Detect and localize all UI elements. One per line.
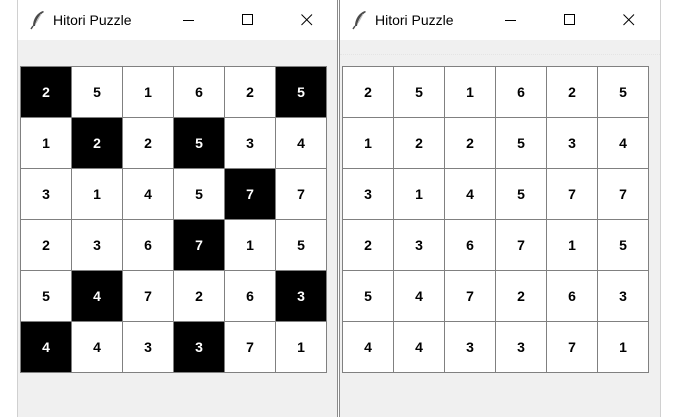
puzzle-cell[interactable]: 4 [393,321,444,372]
minimize-icon [183,20,194,21]
puzzle-cell[interactable]: 5 [495,168,546,219]
puzzle-cell[interactable]: 2 [20,219,71,270]
puzzle-cell[interactable]: 2 [393,117,444,168]
puzzle-cell[interactable]: 1 [393,168,444,219]
puzzle-cell[interactable]: 6 [122,219,173,270]
puzzle-cell[interactable]: 1 [122,66,173,117]
window-title: Hitori Puzzle [375,12,454,28]
puzzle-cell[interactable]: 5 [342,270,393,321]
puzzle-cell[interactable]: 3 [546,117,597,168]
puzzle-cell[interactable]: 3 [20,168,71,219]
puzzle-cell[interactable]: 1 [224,219,275,270]
puzzle-cell[interactable]: 2 [342,66,393,117]
puzzle-cell[interactable]: 7 [546,321,597,372]
puzzle-cell[interactable]: 3 [122,321,173,372]
puzzle-cell[interactable]: 1 [597,321,648,372]
close-button[interactable] [284,0,330,40]
puzzle-cell[interactable]: 4 [444,168,495,219]
puzzle-grid: 251625122534314577236715547263443371 [342,66,649,373]
puzzle-cell-shaded[interactable]: 2 [71,117,122,168]
puzzle-cell[interactable]: 7 [495,219,546,270]
puzzle-cell[interactable]: 5 [71,66,122,117]
hitori-window-left: Hitori Puzzle 25162512253431457723671554… [17,0,338,417]
window-title: Hitori Puzzle [53,12,132,28]
puzzle-cell[interactable]: 1 [275,321,326,372]
puzzle-cell-shaded[interactable]: 5 [173,117,224,168]
puzzle-cell[interactable]: 2 [224,66,275,117]
puzzle-cell[interactable]: 6 [495,66,546,117]
hitori-window-right: Hitori Puzzle 25162512253431457723671554… [339,0,661,417]
puzzle-cell[interactable]: 7 [275,168,326,219]
close-icon [301,14,313,26]
puzzle-cell[interactable]: 6 [173,66,224,117]
puzzle-cell[interactable]: 5 [495,117,546,168]
puzzle-cell[interactable]: 2 [342,219,393,270]
maximize-icon [564,14,575,25]
close-icon [623,14,635,26]
puzzle-cell-shaded[interactable]: 3 [173,321,224,372]
feather-icon [352,11,366,30]
puzzle-cell[interactable]: 4 [393,270,444,321]
puzzle-cell[interactable]: 3 [495,321,546,372]
maximize-button[interactable] [547,0,593,40]
puzzle-cell[interactable]: 7 [122,270,173,321]
puzzle-cell[interactable]: 7 [224,321,275,372]
puzzle-cell[interactable]: 1 [546,219,597,270]
puzzle-cell-shaded[interactable]: 2 [20,66,71,117]
minimize-icon [505,20,516,21]
puzzle-cell[interactable]: 4 [597,117,648,168]
puzzle-cell[interactable]: 2 [495,270,546,321]
puzzle-cell[interactable]: 2 [122,117,173,168]
puzzle-cell-shaded[interactable]: 5 [275,66,326,117]
puzzle-cell[interactable]: 4 [342,321,393,372]
puzzle-cell-shaded[interactable]: 7 [173,219,224,270]
puzzle-cell[interactable]: 5 [275,219,326,270]
minimize-button[interactable] [488,0,534,40]
puzzle-grid: 251625122534314577236715547263443371 [20,66,327,373]
title-bar[interactable]: Hitori Puzzle [340,0,660,40]
puzzle-cell[interactable]: 1 [20,117,71,168]
puzzle-cell-shaded[interactable]: 4 [20,321,71,372]
puzzle-cell[interactable]: 7 [444,270,495,321]
maximize-icon [242,14,253,25]
puzzle-cell[interactable]: 2 [444,117,495,168]
puzzle-cell[interactable]: 3 [342,168,393,219]
puzzle-cell[interactable]: 2 [546,66,597,117]
puzzle-cell[interactable]: 5 [20,270,71,321]
divider [340,54,660,55]
puzzle-cell[interactable]: 1 [444,66,495,117]
puzzle-cell[interactable]: 1 [342,117,393,168]
puzzle-cell[interactable]: 6 [546,270,597,321]
window-footer [340,376,660,417]
puzzle-cell[interactable]: 5 [393,66,444,117]
title-bar[interactable]: Hitori Puzzle [18,0,337,40]
puzzle-cell[interactable]: 6 [224,270,275,321]
puzzle-cell[interactable]: 3 [224,117,275,168]
window-footer [18,376,337,417]
close-button[interactable] [606,0,652,40]
puzzle-cell[interactable]: 7 [546,168,597,219]
puzzle-cell[interactable]: 5 [597,66,648,117]
puzzle-cell[interactable]: 3 [597,270,648,321]
puzzle-cell-shaded[interactable]: 7 [224,168,275,219]
puzzle-cell-shaded[interactable]: 4 [71,270,122,321]
puzzle-cell[interactable]: 3 [71,219,122,270]
puzzle-cell[interactable]: 1 [71,168,122,219]
puzzle-cell[interactable]: 4 [275,117,326,168]
puzzle-cell-shaded[interactable]: 3 [275,270,326,321]
puzzle-cell[interactable]: 5 [597,219,648,270]
maximize-button[interactable] [225,0,271,40]
puzzle-cell[interactable]: 5 [173,168,224,219]
minimize-button[interactable] [166,0,212,40]
puzzle-cell[interactable]: 4 [71,321,122,372]
puzzle-cell[interactable]: 2 [173,270,224,321]
puzzle-cell[interactable]: 4 [122,168,173,219]
feather-icon [30,11,44,30]
puzzle-cell[interactable]: 3 [444,321,495,372]
puzzle-cell[interactable]: 3 [393,219,444,270]
puzzle-cell[interactable]: 6 [444,219,495,270]
puzzle-cell[interactable]: 7 [597,168,648,219]
